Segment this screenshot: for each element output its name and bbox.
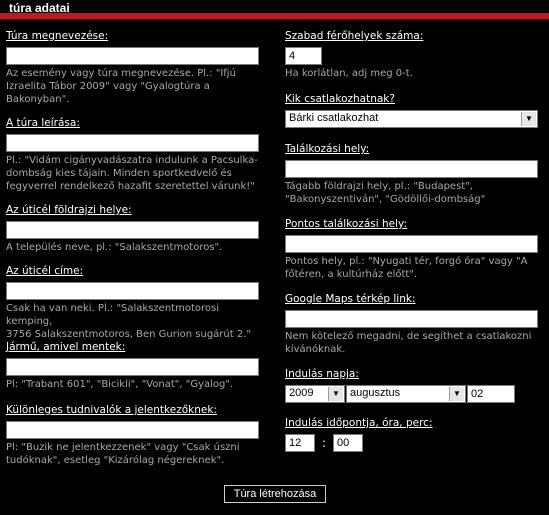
field-seats: Szabad férőhelyek száma: Ha korlátlan, a… <box>285 30 423 80</box>
vehicle-label: Jármű, amivel mentek: <box>6 341 126 353</box>
chevron-down-icon: ▼ <box>521 112 536 126</box>
field-exact-meeting: Pontos találkozási hely: Pontos hely, pl… <box>285 218 538 281</box>
description-input[interactable] <box>6 134 259 152</box>
time-separator: : <box>322 436 327 450</box>
field-start-date: Indulás napja: 2009 ▼ augusztus ▼ <box>285 368 540 403</box>
field-destination: Az úticél földrajzi helye: A település n… <box>6 204 259 254</box>
seats-label: Szabad férőhelyek száma: <box>285 30 424 42</box>
exact-meeting-hint: Pontos hely, pl.: "Nyugati tér, forgó ór… <box>285 256 528 280</box>
notes-label: Különleges tudnivalók a jelentkezőknek: <box>6 404 217 416</box>
description-hint: Pl.: "Vidám cigányvadászatra indulunk a … <box>6 155 258 192</box>
field-notes: Különleges tudnivalók a jelentkezőknek: … <box>6 404 259 467</box>
meeting-place-hint: Tágabb földrajzi hely, pl.: "Budapest", … <box>285 181 486 205</box>
section-header: túra adatai <box>0 0 549 20</box>
year-select[interactable]: 2009 ▼ <box>285 385 345 403</box>
notes-hint: Pl: "Buzik ne jelentkezzenek" vagy "Csak… <box>6 442 240 466</box>
month-value: augusztus <box>350 387 401 399</box>
field-description: A túra leírása: Pl.: "Vidám cigányvadász… <box>6 117 259 193</box>
field-address: Az úticél címe: Csak ha van neki. Pl.: "… <box>6 265 261 341</box>
vehicle-input[interactable] <box>6 358 259 376</box>
seats-hint: Ha korlátlan, adj meg 0-t. <box>285 68 413 79</box>
hour-input[interactable] <box>285 434 315 452</box>
field-meeting-place: Találkozási hely: Tágabb földrajzi hely,… <box>285 143 538 206</box>
meeting-place-label: Találkozási hely: <box>285 143 370 155</box>
month-select[interactable]: augusztus ▼ <box>346 385 466 403</box>
address-hint: Csak ha van neki. Pl.: "Salakszentmotoro… <box>6 303 251 340</box>
start-time-label: Indulás időpontja, óra, perc: <box>285 417 433 429</box>
chevron-down-icon: ▼ <box>328 387 343 401</box>
seats-input[interactable] <box>285 47 322 65</box>
field-tour-name: Túra megnevezése: Az esemény vagy túra m… <box>6 30 259 106</box>
meeting-place-input[interactable] <box>285 160 538 178</box>
address-label: Az úticél címe: <box>6 265 84 277</box>
maps-link-label: Google Maps térkép link: <box>285 293 416 305</box>
minute-input[interactable] <box>333 434 363 452</box>
tour-name-label: Túra megnevezése: <box>6 30 109 42</box>
maps-link-input[interactable] <box>285 310 538 328</box>
start-time-row: : <box>285 434 540 452</box>
day-input[interactable] <box>467 385 515 403</box>
exact-meeting-input[interactable] <box>285 235 538 253</box>
who-can-join-select[interactable]: Bárki csatlakozhat ▼ <box>285 110 538 128</box>
destination-hint: A település neve, pl.: "Salakszentmotoro… <box>6 242 223 253</box>
field-maps-link: Google Maps térkép link: Nem kötelező me… <box>285 293 538 356</box>
who-can-join-value: Bárki csatlakozhat <box>289 112 379 124</box>
who-can-join-label: Kik csatlakozhatnak? <box>285 93 395 105</box>
vehicle-hint: Pl: "Trabant 601", "Bicikli", "Vonat", "… <box>6 379 234 390</box>
notes-input[interactable] <box>6 421 259 439</box>
year-value: 2009 <box>289 387 314 399</box>
chevron-down-icon: ▼ <box>449 387 464 401</box>
create-tour-button[interactable]: Túra létrehozása <box>224 485 326 503</box>
header-accent-bar <box>0 13 549 19</box>
field-who-can-join: Kik csatlakozhatnak? Bárki csatlakozhat … <box>285 93 538 128</box>
field-vehicle: Jármű, amivel mentek: Pl: "Trabant 601",… <box>6 341 259 391</box>
maps-link-hint: Nem kötelező megadni, de segíthet a csat… <box>285 331 532 355</box>
destination-label: Az úticél földrajzi helye: <box>6 204 132 216</box>
tour-name-hint: Az esemény vagy túra megnevezése. Pl.: "… <box>6 68 236 105</box>
start-date-row: 2009 ▼ augusztus ▼ <box>285 385 540 403</box>
destination-input[interactable] <box>6 221 259 239</box>
tour-name-input[interactable] <box>6 47 259 65</box>
field-start-time: Indulás időpontja, óra, perc: : <box>285 417 540 452</box>
exact-meeting-label: Pontos találkozási hely: <box>285 218 408 230</box>
address-input[interactable] <box>6 282 259 300</box>
description-label: A túra leírása: <box>6 117 80 129</box>
start-date-label: Indulás napja: <box>285 368 359 380</box>
